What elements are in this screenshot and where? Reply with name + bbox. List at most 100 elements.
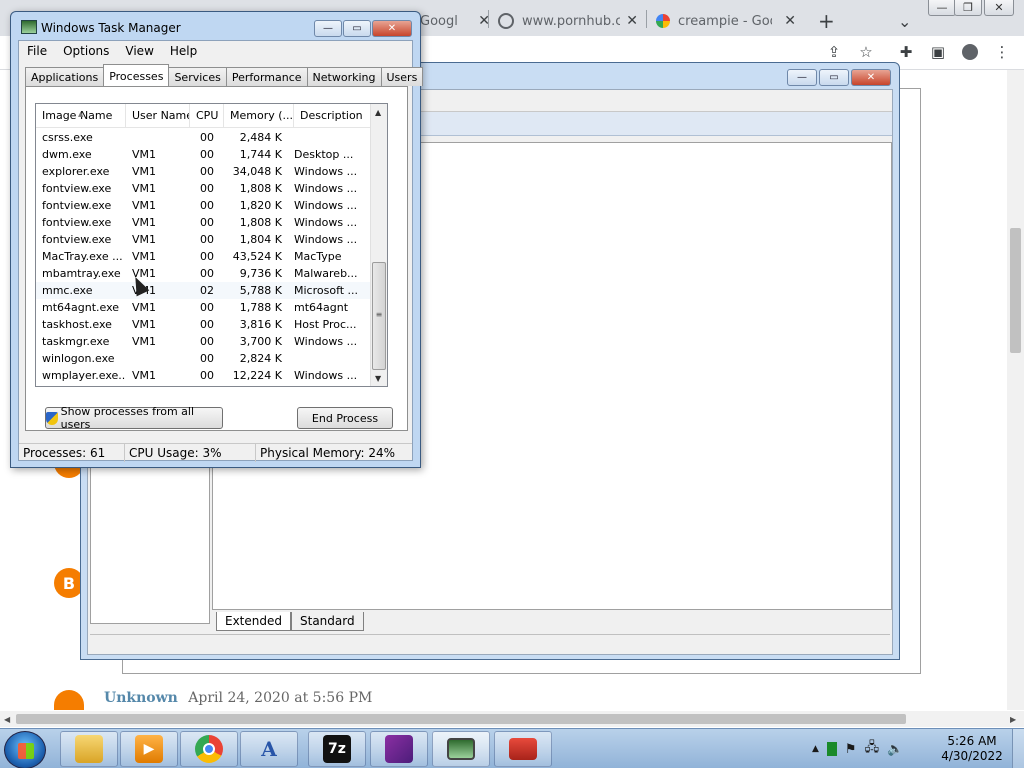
process-description: Windows ...: [294, 199, 358, 212]
taskbar-font-app[interactable]: A: [240, 731, 298, 767]
start-button[interactable]: [4, 731, 46, 768]
taskbar-chrome[interactable]: [180, 731, 238, 767]
hscrollbar-thumb[interactable]: [16, 714, 906, 724]
scrollbar-thumb[interactable]: [1010, 228, 1021, 353]
browser-tab-search[interactable]: creampie - Googl ✕: [656, 6, 802, 36]
scroll-right-icon[interactable]: ▶: [1010, 715, 1016, 724]
process-row[interactable]: fontview.exe VM1 00 1,804 K Windows ...: [36, 231, 371, 248]
process-row[interactable]: wmplayer.exe... VM1 00 12,224 K Windows ...: [36, 367, 371, 384]
show-hidden-icons-icon[interactable]: ▲: [812, 744, 819, 754]
process-image-name: taskhost.exe: [42, 318, 112, 331]
menu-file[interactable]: File: [19, 41, 55, 61]
network-icon[interactable]: 🖧: [865, 738, 880, 760]
minimize-button[interactable]: —: [928, 0, 956, 16]
taskbar-7zip[interactable]: 7z: [308, 731, 366, 767]
profile-icon[interactable]: [960, 42, 980, 62]
process-list[interactable]: ▲ Image Name User Name CPU Memory (... D…: [35, 103, 388, 387]
close-icon[interactable]: ✕: [784, 13, 796, 29]
comment-date[interactable]: April 24, 2020 at 5:56 PM: [188, 690, 372, 706]
taskbar-task-manager[interactable]: [432, 731, 490, 767]
bookmark-star-icon[interactable]: ☆: [856, 42, 876, 62]
tab-search-button[interactable]: ⌄: [898, 6, 911, 36]
show-desktop-button[interactable]: [1012, 729, 1024, 768]
menu-icon[interactable]: ⋮: [992, 42, 1012, 62]
menu-options[interactable]: Options: [55, 41, 117, 61]
process-row[interactable]: dwm.exe VM1 00 1,744 K Desktop ...: [36, 146, 371, 163]
clock[interactable]: 5:26 AM 4/30/2022: [938, 734, 1006, 764]
process-row[interactable]: taskhost.exe VM1 00 3,816 K Host Proc...: [36, 316, 371, 333]
scroll-down-icon[interactable]: ▼: [375, 374, 381, 383]
process-description: Microsoft ...: [294, 284, 359, 297]
taskbar-toolbox[interactable]: [494, 731, 552, 767]
task-manager-icon: [447, 738, 475, 760]
extensions-icon[interactable]: ✚: [896, 42, 916, 62]
process-row[interactable]: mt64agnt.exe VM1 00 1,788 K mt64agnt: [36, 299, 371, 316]
side-panel-icon[interactable]: ▣: [928, 42, 948, 62]
restore-button[interactable]: ❐: [954, 0, 982, 16]
close-button[interactable]: ✕: [984, 0, 1014, 16]
process-row[interactable]: fontview.exe VM1 00 1,808 K Windows ...: [36, 214, 371, 231]
share-icon[interactable]: ⇪: [824, 42, 844, 62]
process-row[interactable]: explorer.exe VM1 00 34,048 K Windows ...: [36, 163, 371, 180]
tab-processes[interactable]: Processes: [103, 64, 170, 86]
tab-networking[interactable]: Networking: [306, 67, 382, 86]
comment-author[interactable]: Unknown: [104, 690, 178, 706]
menu-view[interactable]: View: [117, 41, 161, 61]
menu-help[interactable]: Help: [162, 41, 205, 61]
taskbar-media-player[interactable]: ▶: [120, 731, 178, 767]
page-scrollbar[interactable]: [1007, 70, 1024, 710]
process-row[interactable]: winlogon.exe 00 2,824 K: [36, 350, 371, 367]
column-user-name[interactable]: User Name: [126, 104, 190, 128]
maximize-button[interactable]: ▭: [819, 69, 849, 86]
column-cpu[interactable]: CPU: [190, 104, 224, 128]
tab-applications[interactable]: Applications: [25, 67, 105, 86]
uac-shield-icon: [46, 411, 58, 425]
process-row[interactable]: taskmgr.exe VM1 00 3,700 K Windows ...: [36, 333, 371, 350]
browser-tab-site[interactable]: www.pornhub.co ✕: [498, 6, 644, 36]
volume-icon[interactable]: 🔈: [887, 742, 903, 757]
close-button[interactable]: ✕: [372, 20, 412, 37]
view-tabs: Extended Standard: [216, 612, 364, 631]
process-row[interactable]: mmc.exe VM1 02 5,788 K Microsoft ...: [36, 282, 371, 299]
process-image-name: fontview.exe: [42, 182, 112, 195]
process-row[interactable]: fontview.exe VM1 00 1,808 K Windows ...: [36, 180, 371, 197]
taskbar-explorer[interactable]: [60, 731, 118, 767]
column-image-name[interactable]: ▲ Image Name: [36, 104, 126, 128]
process-row[interactable]: fontview.exe VM1 00 1,820 K Windows ...: [36, 197, 371, 214]
tab-users[interactable]: Users: [380, 67, 424, 86]
column-description[interactable]: Description: [294, 104, 371, 128]
close-icon[interactable]: ✕: [626, 13, 638, 29]
show-all-processes-button[interactable]: Show processes from all users: [45, 405, 223, 431]
column-memory[interactable]: Memory (...: [224, 104, 294, 128]
process-row[interactable]: mbamtray.exe VM1 00 9,736 K Malwareb...: [36, 265, 371, 282]
tab-performance[interactable]: Performance: [225, 67, 308, 86]
process-cpu: 00: [200, 148, 214, 161]
process-row[interactable]: csrss.exe 00 2,484 K: [36, 129, 371, 146]
button-label: Show processes from all users: [60, 405, 195, 431]
minimize-button[interactable]: —: [787, 69, 817, 86]
tab-standard[interactable]: Standard: [291, 612, 364, 631]
tab-services[interactable]: Services: [168, 67, 227, 86]
minimize-button[interactable]: —: [314, 20, 342, 37]
mmc-status-bar: [90, 634, 890, 652]
list-scrollbar[interactable]: ▲ ≡ ▼: [370, 104, 387, 386]
process-image-name: dwm.exe: [42, 148, 92, 161]
title-bar[interactable]: Windows Task Manager — ▭ ✕: [11, 12, 420, 40]
process-cpu: 00: [200, 267, 214, 280]
scroll-left-icon[interactable]: ◀: [4, 715, 10, 724]
scroll-up-icon[interactable]: ▲: [375, 108, 381, 117]
tab-extended[interactable]: Extended: [216, 612, 291, 631]
process-memory: 2,484 K: [239, 131, 282, 144]
taskbar-windows-app[interactable]: [370, 731, 428, 767]
chrome-icon: [195, 735, 223, 763]
new-tab-button[interactable]: +: [818, 6, 835, 36]
end-process-button[interactable]: End Process: [297, 407, 393, 429]
page-hscrollbar[interactable]: ◀ ▶: [0, 711, 1024, 727]
process-row[interactable]: MacTray.exe ... VM1 00 43,524 K MacType: [36, 248, 371, 265]
scrollbar-thumb[interactable]: ≡: [372, 262, 386, 370]
maximize-button[interactable]: ▭: [343, 20, 371, 37]
app-tray-icon[interactable]: [826, 742, 837, 756]
browser-tab-google[interactable]: Googl ✕: [420, 6, 490, 36]
close-button[interactable]: ✕: [851, 69, 891, 86]
action-center-flag-icon[interactable]: ⚑: [845, 742, 857, 757]
